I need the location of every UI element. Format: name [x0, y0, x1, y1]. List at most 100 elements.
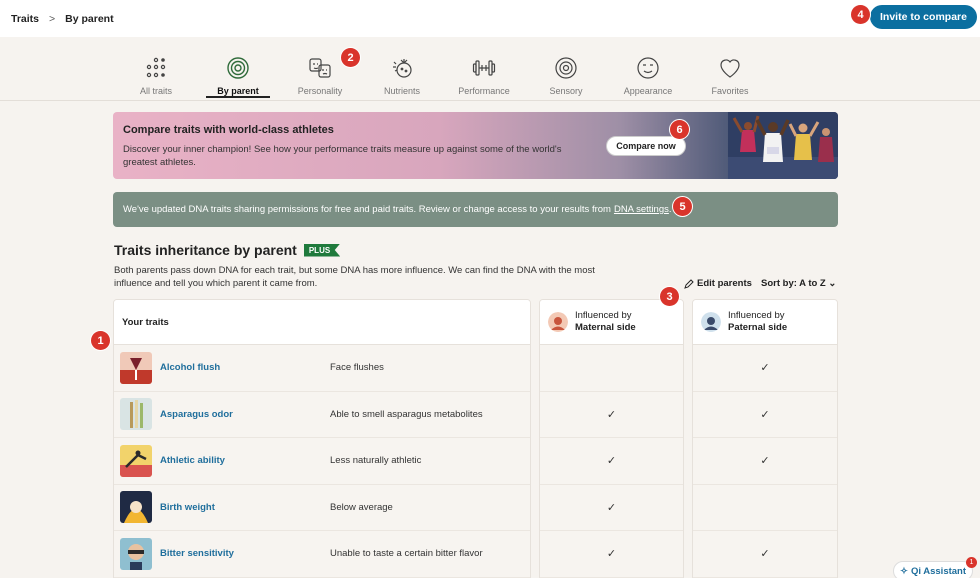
check-icon: ✓ [760, 548, 770, 561]
edit-parents-button[interactable]: Edit parents [684, 278, 752, 289]
tab-sensory[interactable]: Sensory [525, 48, 607, 100]
section-description: Both parents pass down DNA for each trai… [114, 265, 595, 289]
tabs-divider [0, 100, 980, 101]
annotation-badge-2: 2 [341, 48, 360, 67]
maternal-avatar [548, 312, 568, 332]
asparagus-odor-thumbnail [120, 398, 152, 431]
trait-result: Face flushes [330, 362, 384, 374]
notice-end: . [668, 204, 672, 215]
trait-name[interactable]: Birth weight [160, 502, 330, 513]
paternal-avatar [701, 312, 721, 332]
annotation-badge-6: 6 [670, 120, 689, 139]
tab-label: By parent [217, 86, 259, 96]
top-bar: Traits > By parent Invite to compare [0, 0, 980, 37]
tab-label: Sensory [549, 86, 583, 96]
compare-now-button[interactable]: Compare now [606, 136, 686, 156]
promo-title: Compare traits with world-class athletes [123, 124, 334, 136]
rings-icon [227, 57, 249, 79]
edit-parents-label: Edit parents [697, 278, 752, 289]
alcohol-flush-thumbnail [120, 351, 152, 384]
promo-text: Discover your inner champion! See how yo… [123, 144, 562, 168]
table-row: ✓ [540, 484, 683, 531]
trait-result: Less naturally athletic [330, 455, 422, 467]
breadcrumb: Traits > By parent [0, 13, 114, 25]
plus-badge: PLUS [303, 243, 341, 257]
qi-assistant-button[interactable]: ✧ Qi Assistant [893, 561, 973, 578]
fruit-icon [393, 59, 412, 78]
table-row[interactable]: Asparagus odor Able to smell asparagus m… [114, 391, 530, 438]
table-row: ✓ [693, 391, 837, 438]
trait-name[interactable]: Athletic ability [160, 455, 330, 466]
maternal-line1: Influenced by [575, 310, 632, 321]
pencil-icon [684, 278, 694, 289]
tab-label: Nutrients [383, 86, 420, 96]
sort-label: Sort by: A to Z [761, 278, 826, 289]
permissions-notice: We've updated DNA traits sharing permiss… [113, 192, 838, 227]
athletes-illustration [728, 112, 838, 179]
annotation-badge-1: 1 [91, 331, 110, 350]
eye-swirl-icon [555, 57, 577, 79]
qi-assistant-label: Qi Assistant [910, 565, 967, 577]
masks-icon [309, 58, 331, 78]
annotation-badge-5: 5 [673, 197, 692, 216]
breadcrumb-traits[interactable]: Traits [11, 13, 39, 25]
check-icon: ✓ [760, 408, 770, 421]
section-title: Traits inheritance by parent PLUS [114, 242, 341, 258]
paternal-line2: Paternal side [728, 322, 788, 333]
trait-result: Able to smell asparagus metabolites [330, 408, 483, 420]
tab-label: All traits [139, 86, 172, 96]
face-icon [637, 57, 659, 79]
tab-label: Appearance [623, 86, 673, 96]
trait-name[interactable]: Asparagus odor [160, 409, 330, 420]
tab-all-traits[interactable]: All traits [115, 48, 197, 100]
check-icon: ✓ [606, 501, 617, 514]
tab-label: Favorites [711, 86, 749, 96]
chevron-down-icon: ⌄ [828, 278, 837, 289]
breadcrumb-separator: > [49, 12, 56, 25]
maternal-column-header: Influenced by Maternal side [540, 300, 683, 345]
paternal-column-header: Influenced by Paternal side [693, 300, 837, 345]
tab-nutrients[interactable]: Nutrients [361, 48, 443, 100]
trait-name[interactable]: Alcohol flush [160, 362, 330, 373]
bitter-sensitivity-thumbnail [120, 537, 152, 570]
traits-column: Your traits Alcohol flush Face flushes A… [113, 299, 531, 578]
birth-weight-thumbnail [120, 491, 152, 524]
athletic-ability-thumbnail [120, 444, 152, 477]
tab-favorites[interactable]: Favorites [689, 48, 771, 100]
annotation-badge-4: 4 [851, 5, 870, 24]
notice-text: We've updated DNA traits sharing permiss… [123, 204, 611, 215]
dots-grid-icon [146, 57, 166, 78]
table-row [540, 345, 683, 392]
check-icon: ✓ [606, 455, 617, 468]
athletes-promo-banner: Compare traits with world-class athletes… [113, 112, 838, 179]
sort-dropdown[interactable]: Sort by: A to Z ⌄ [761, 278, 836, 289]
annotation-badge-3: 3 [660, 287, 679, 306]
tab-performance[interactable]: Performance [443, 48, 525, 100]
table-row[interactable]: Alcohol flush Face flushes [114, 345, 530, 392]
check-icon: ✓ [606, 548, 617, 561]
table-row[interactable]: Bitter sensitivity Unable to taste a cer… [114, 531, 530, 578]
check-icon: ✓ [760, 362, 770, 375]
table-row: ✓ [693, 438, 837, 485]
table-row[interactable]: Athletic ability Less naturally athletic [114, 438, 530, 485]
paternal-column: Influenced by Paternal side ✓ ✓ ✓ ✓ [692, 299, 838, 578]
table-row: ✓ [540, 531, 683, 578]
heart-icon [720, 59, 740, 78]
trait-result: Unable to taste a certain bitter flavor [330, 548, 483, 560]
table-row: ✓ [693, 345, 837, 392]
paternal-line1: Influenced by [728, 310, 785, 321]
table-row[interactable]: Birth weight Below average [114, 484, 530, 531]
section-title-text: Traits inheritance by parent [114, 242, 297, 258]
table-row: ✓ [540, 391, 683, 438]
trait-result: Below average [330, 501, 393, 513]
tab-label: Personality [297, 86, 343, 96]
trait-name[interactable]: Bitter sensitivity [160, 548, 330, 559]
tab-appearance[interactable]: Appearance [607, 48, 689, 100]
qi-assistant-count-badge: 1 [966, 557, 977, 568]
invite-to-compare-button[interactable]: Invite to compare [870, 5, 977, 29]
tab-label: Performance [458, 86, 510, 96]
tab-by-parent[interactable]: By parent [197, 48, 279, 100]
check-icon: ✓ [760, 455, 770, 468]
dna-settings-link[interactable]: DNA settings [614, 204, 669, 215]
breadcrumb-current: By parent [65, 12, 114, 25]
